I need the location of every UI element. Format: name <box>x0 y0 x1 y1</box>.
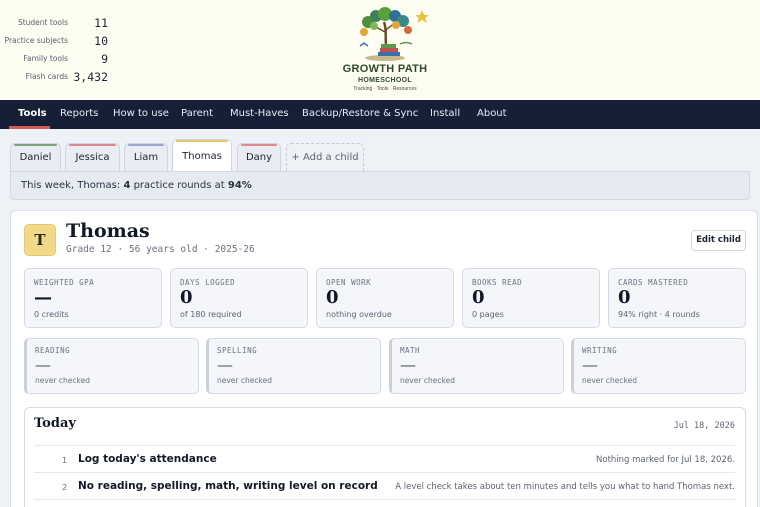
header-stat-student-tools: Student tools 11 <box>0 16 120 32</box>
divider <box>34 445 735 446</box>
task-log-attendance[interactable]: Log today's attendance <box>78 453 217 465</box>
week-summary-banner: This week, Thomas: 4 practice rounds at … <box>10 171 750 200</box>
stat-card-sub: of 180 required <box>180 310 242 319</box>
child-tab-jessica[interactable]: Jessica <box>65 143 120 171</box>
child-tab-label: Thomas <box>182 151 222 162</box>
stat-card-weighted-gpa[interactable]: WEIGHTED GPA — 0 credits <box>24 268 162 328</box>
stat-value: 10 <box>94 34 108 48</box>
child-tab-label: Liam <box>133 152 159 163</box>
nav-how-to-use[interactable]: How to use <box>113 100 169 129</box>
nav-active-indicator <box>9 126 50 129</box>
main-nav: Tools Reports How to use Parent Must-Hav… <box>0 100 760 129</box>
logo-tagline: Tracking · Tools · Resources <box>353 86 417 92</box>
stat-card-sub: 0 pages <box>472 310 504 319</box>
stat-card-label: DAYS LOGGED <box>180 278 236 287</box>
stat-label: Student tools <box>17 18 68 27</box>
nav-must-haves[interactable]: Must-Haves <box>230 100 289 129</box>
stat-card-open-work[interactable]: OPEN WORK 0 nothing overdue <box>316 268 454 328</box>
stat-card-sub: 0 credits <box>34 310 69 319</box>
skill-sub: never checked <box>217 376 272 385</box>
nav-parent[interactable]: Parent <box>181 100 213 129</box>
skill-value: — <box>35 355 51 374</box>
nav-install[interactable]: Install <box>430 100 460 129</box>
skill-value: — <box>582 355 598 374</box>
logo-title: GROWTH PATH <box>342 63 428 75</box>
nav-reports[interactable]: Reports <box>60 100 98 129</box>
stat-card-value: 0 <box>180 287 193 308</box>
nav-about[interactable]: About <box>477 100 507 129</box>
week-accuracy: 94% <box>227 180 252 191</box>
skill-sub: never checked <box>400 376 455 385</box>
child-name: Thomas <box>66 220 150 242</box>
task-note: Nothing marked for Jul 18, 2026. <box>596 455 735 465</box>
task-level-check[interactable]: No reading, spelling, math, writing leve… <box>78 480 378 492</box>
child-tab-daniel[interactable]: Daniel <box>10 143 61 171</box>
growth-path-logo[interactable]: GROWTH PATH HOMESCHOOL Tracking · Tools … <box>330 6 440 96</box>
child-tab-thomas[interactable]: Thomas <box>172 139 232 171</box>
child-tab-label: Daniel <box>19 152 52 163</box>
task-note: A level check takes about ten minutes an… <box>395 482 735 492</box>
skill-card-writing[interactable]: WRITING — never checked <box>571 338 746 394</box>
skill-label: SPELLING <box>217 346 258 355</box>
task-number: 1 <box>62 456 68 465</box>
stat-card-value: 0 <box>618 287 631 308</box>
skill-card-math[interactable]: MATH — never checked <box>389 338 564 394</box>
skill-card-reading[interactable]: READING — never checked <box>24 338 199 394</box>
skill-value: — <box>217 355 233 374</box>
tab-color-bar <box>241 144 277 146</box>
today-title: Today <box>34 416 76 431</box>
stat-card-cards-mastered[interactable]: CARDS MASTERED 0 94% right · 4 rounds <box>608 268 746 328</box>
nav-backup-restore-sync[interactable]: Backup/Restore & Sync <box>302 100 418 129</box>
stat-card-value: 0 <box>472 287 485 308</box>
skill-label: MATH <box>400 346 421 355</box>
stat-card-sub: 94% right · 4 rounds <box>618 310 700 319</box>
stat-card-books-read[interactable]: BOOKS READ 0 0 pages <box>462 268 600 328</box>
stat-card-label: OPEN WORK <box>326 278 372 287</box>
stat-card-label: BOOKS READ <box>472 278 523 287</box>
skill-label: READING <box>35 346 71 355</box>
tab-color-bar <box>14 144 57 146</box>
skill-sub: never checked <box>582 376 637 385</box>
skill-sub: never checked <box>35 376 90 385</box>
edit-child-button[interactable]: Edit child <box>691 230 746 251</box>
today-date: Jul 18, 2026 <box>673 421 735 431</box>
stat-card-value: — <box>34 287 52 308</box>
stat-value: 9 <box>101 52 108 66</box>
logo-subtitle: HOMESCHOOL <box>358 77 412 84</box>
stat-label: Flash cards <box>25 72 68 81</box>
divider <box>34 472 735 473</box>
add-child-button[interactable]: + Add a child <box>286 143 364 171</box>
stat-value: 3,432 <box>73 70 108 84</box>
header-stat-practice-subjects: Practice subjects 10 <box>0 34 120 50</box>
avatar: T <box>24 224 56 256</box>
child-tab-dany[interactable]: Dany <box>237 143 281 171</box>
skill-value: — <box>400 355 416 374</box>
skill-label: WRITING <box>582 346 618 355</box>
stat-card-label: CARDS MASTERED <box>618 278 689 287</box>
stat-value: 11 <box>94 16 108 30</box>
child-tab-label: Dany <box>245 152 273 163</box>
week-middle: practice rounds at <box>130 180 228 191</box>
app-header: Student tools 11 Practice subjects 10 Fa… <box>0 0 760 100</box>
header-stat-flash-cards: Flash cards 3,432 <box>0 70 120 86</box>
child-tab-label: Jessica <box>75 152 110 163</box>
tab-color-bar <box>128 144 164 146</box>
stat-label: Practice subjects <box>4 36 68 45</box>
skill-card-spelling[interactable]: SPELLING — never checked <box>206 338 381 394</box>
nav-tools[interactable]: Tools <box>18 100 47 129</box>
stat-card-days-logged[interactable]: DAYS LOGGED 0 of 180 required <box>170 268 308 328</box>
week-prefix: This week, Thomas: <box>21 180 124 191</box>
stat-label: Family tools <box>23 54 68 63</box>
divider <box>34 499 735 500</box>
tree-logo-icon <box>359 7 429 61</box>
tab-color-bar <box>176 140 228 142</box>
tab-color-bar <box>69 144 116 146</box>
stat-card-value: 0 <box>326 287 339 308</box>
task-number: 2 <box>62 483 68 492</box>
stat-card-label: WEIGHTED GPA <box>34 278 95 287</box>
stat-card-sub: nothing overdue <box>326 310 392 319</box>
child-meta: Grade 12 · 56 years old · 2025-26 <box>66 244 255 255</box>
child-tab-liam[interactable]: Liam <box>124 143 168 171</box>
header-stat-family-tools: Family tools 9 <box>0 52 120 68</box>
